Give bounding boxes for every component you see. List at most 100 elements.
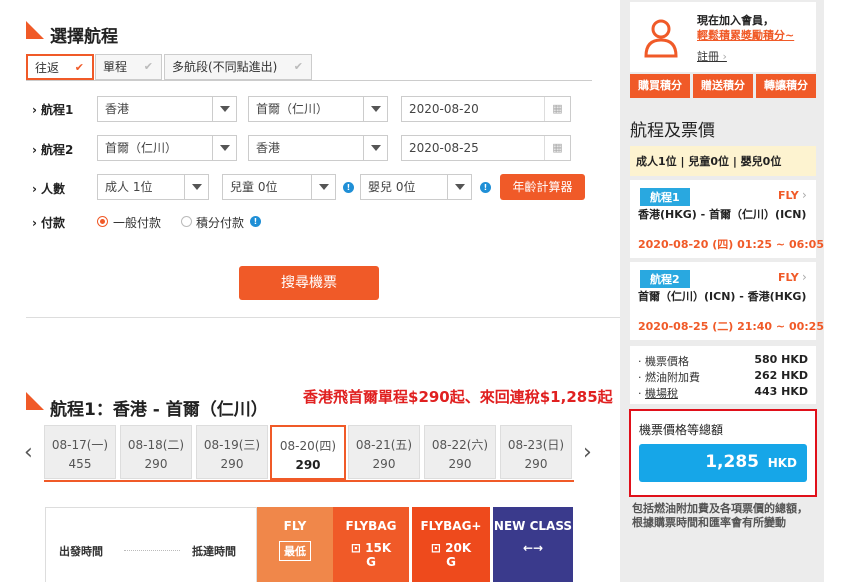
payment-normal-radio[interactable]	[97, 216, 108, 227]
date-option[interactable]: 08-17(一) 455	[44, 425, 116, 479]
infant-value: 嬰兒 0位	[368, 180, 416, 194]
tab-multi-city[interactable]: 多航段(不同點進出) ✔	[164, 54, 312, 80]
date-label: 08-22(六)	[431, 438, 489, 452]
fare-tag: 最低	[279, 541, 311, 561]
leg1-badge: 航程1	[640, 188, 690, 206]
leg1-to-select[interactable]: 首爾（仁川）	[248, 96, 388, 122]
tab-round-trip[interactable]: 往返 ✔	[26, 54, 94, 80]
date-label: 08-23(日)	[507, 438, 565, 452]
fare-name: FLYBAG+	[420, 519, 482, 533]
check-icon: ✔	[143, 60, 153, 73]
chevron-down-icon	[447, 175, 471, 199]
tab-label: 往返	[35, 61, 60, 75]
fare-col-new-class[interactable]: NEW CLASS ←→	[493, 507, 573, 582]
section-divider	[26, 317, 620, 318]
tab-one-way[interactable]: 單程 ✔	[95, 54, 162, 80]
leg2-time: 2020-08-25 (二) 21:40 ~ 00:25	[638, 320, 824, 333]
infant-select[interactable]: 嬰兒 0位	[360, 174, 472, 200]
time-connector	[124, 550, 180, 551]
payment-points-radio[interactable]	[181, 216, 192, 227]
pax-summary: 成人1位 | 兒童0位 | 嬰兒0位	[630, 146, 816, 176]
results-title: 航程1：香港 - 首爾（仁川）	[50, 400, 268, 420]
total-amount-button[interactable]: 1,285 HKD	[639, 444, 807, 482]
cost-label: · 燃油附加費	[638, 371, 700, 384]
date-label: 08-20(四)	[279, 439, 337, 453]
leg1-route: 香港(HKG) - 首爾（仁川）(ICN)	[638, 208, 807, 221]
date-label: 08-19(三)	[203, 438, 261, 452]
total-value: 1,285	[705, 452, 759, 472]
cost-label[interactable]: · 機場稅	[638, 385, 678, 401]
leg2-date-input[interactable]: 2020-08-25 ▦	[401, 135, 571, 161]
leg2-label: 航程2	[32, 141, 73, 158]
buy-points-button[interactable]: 購買積分	[630, 74, 690, 98]
prev-dates-arrow-icon[interactable]: ‹	[24, 440, 33, 465]
chevron-right-icon[interactable]: ›	[802, 188, 807, 202]
date-option[interactable]: 08-21(五) 290	[348, 425, 420, 479]
date-price: 290	[372, 457, 396, 471]
calendar-icon: ▦	[544, 136, 570, 160]
date-option[interactable]: 08-23(日) 290	[500, 425, 572, 479]
fare-name: FLYBAG	[345, 519, 397, 533]
info-icon[interactable]: !	[480, 182, 491, 193]
chevron-down-icon	[212, 97, 236, 121]
leg2-date-value: 2020-08-25	[409, 141, 479, 155]
chevron-down-icon	[363, 97, 387, 121]
fare-tag-unit: G	[366, 555, 376, 569]
fare-col-fly[interactable]: FLY 最低	[257, 507, 333, 582]
payment-normal-label: 一般付款	[113, 216, 162, 230]
date-label: 08-17(一)	[51, 438, 109, 452]
date-price: 290	[524, 457, 548, 471]
leg1-date-input[interactable]: 2020-08-20 ▦	[401, 96, 571, 122]
register-label: 註冊	[697, 50, 719, 63]
total-note: 包括燃油附加費及各項票價的總額，根據購票時間和匯率會有所變動	[632, 502, 808, 529]
leg1-fare: FLY	[778, 189, 799, 202]
fare-col-flybag[interactable]: FLYBAG ⊡ 15K G	[333, 507, 409, 582]
member-line2[interactable]: 輕鬆積累獎勵積分~	[697, 27, 794, 43]
date-price: 290	[448, 457, 472, 471]
gift-points-button[interactable]: 贈送積分	[693, 74, 753, 98]
date-option[interactable]: 08-19(三) 290	[196, 425, 268, 479]
leg1-time: 2020-08-20 (四) 01:25 ~ 06:05	[638, 238, 824, 251]
fare-col-flybag-plus[interactable]: FLYBAG+ ⊡ 20K G	[412, 507, 490, 582]
date-label: 08-18(二)	[127, 438, 185, 452]
chevron-down-icon	[184, 175, 208, 199]
leg2-badge: 航程2	[640, 270, 690, 288]
date-option-selected[interactable]: 08-20(四) 290	[270, 425, 346, 481]
child-value: 兒童 0位	[230, 180, 278, 194]
leg2-from-value: 首爾（仁川）	[105, 141, 178, 155]
chevron-right-icon[interactable]: ›	[802, 270, 807, 284]
adult-value: 成人 1位	[105, 180, 153, 194]
register-link[interactable]: 註冊 ›	[697, 48, 727, 64]
adult-select[interactable]: 成人 1位	[97, 174, 209, 200]
date-price: 290	[295, 458, 321, 472]
age-calculator-button[interactable]: 年齡計算器	[500, 174, 585, 200]
leg2-to-value: 香港	[256, 141, 281, 155]
tabs-divider	[26, 80, 592, 81]
leg1-date-value: 2020-08-20	[409, 102, 479, 116]
info-icon[interactable]: !	[250, 216, 261, 227]
fare-name: FLY	[283, 519, 307, 533]
chevron-down-icon	[311, 175, 335, 199]
seat-icon: ←→	[522, 541, 544, 555]
child-select[interactable]: 兒童 0位	[222, 174, 336, 200]
leg2-route: 首爾（仁川）(ICN) - 香港(HKG)	[638, 290, 807, 303]
next-dates-arrow-icon[interactable]: ›	[583, 440, 592, 465]
member-promo-box: 現在加入會員， 輕鬆積累獎勵積分~ 註冊 ›	[630, 2, 816, 72]
cost-label: · 機票價格	[638, 355, 689, 368]
cost-value: 262 HKD	[754, 369, 808, 382]
info-icon[interactable]: !	[343, 182, 354, 193]
search-flights-button[interactable]: 搜尋機票	[239, 266, 379, 300]
date-price: 290	[220, 457, 244, 471]
section-flag-icon	[26, 21, 44, 39]
date-option[interactable]: 08-22(六) 290	[424, 425, 496, 479]
promo-text: 香港飛首爾單程$290起、來回連稅$1,285起	[303, 388, 613, 406]
leg1-from-value: 香港	[105, 102, 130, 116]
bag-icon: ⊡	[350, 541, 361, 555]
leg2-to-select[interactable]: 香港	[248, 135, 388, 161]
leg2-from-select[interactable]: 首爾（仁川）	[97, 135, 237, 161]
date-option[interactable]: 08-18(二) 290	[120, 425, 192, 479]
transfer-points-button[interactable]: 轉讓積分	[756, 74, 816, 98]
pax-summary-text: 成人1位 | 兒童0位 | 嬰兒0位	[636, 155, 782, 168]
fare-tag-unit: G	[446, 555, 456, 569]
leg1-from-select[interactable]: 香港	[97, 96, 237, 122]
